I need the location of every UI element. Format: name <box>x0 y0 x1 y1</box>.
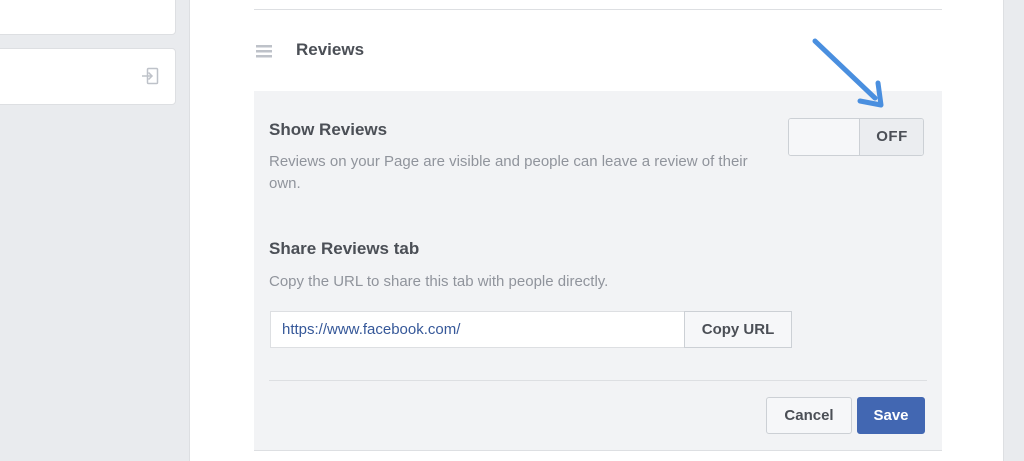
show-reviews-title: Show Reviews <box>269 120 388 139</box>
left-sidebar <box>0 0 189 461</box>
share-url-input[interactable] <box>270 311 685 348</box>
share-reviews-tab-title: Share Reviews tab <box>269 239 420 258</box>
show-reviews-description: Reviews on your Page are visible and peo… <box>269 153 748 192</box>
share-reviews-tab-description: Copy the URL to share this tab with peop… <box>269 273 609 290</box>
drag-handle-icon[interactable] <box>256 43 272 59</box>
section-title: Reviews <box>296 40 365 59</box>
copy-url-button[interactable]: Copy URL <box>684 311 792 348</box>
reviews-settings-panel: Show Reviews Reviews on your Page are vi… <box>254 91 942 450</box>
sidebar-card <box>0 0 176 35</box>
save-button[interactable]: Save <box>857 397 925 434</box>
toggle-off-label[interactable]: OFF <box>859 119 923 155</box>
logout-icon[interactable] <box>141 67 159 85</box>
arrow-icon <box>812 38 884 108</box>
divider <box>254 450 942 451</box>
divider <box>254 9 942 10</box>
divider <box>269 380 927 381</box>
cancel-button[interactable]: Cancel <box>766 397 852 434</box>
toggle-on-side[interactable] <box>789 119 859 155</box>
sidebar-card-logout[interactable] <box>0 48 176 105</box>
show-reviews-toggle[interactable]: OFF <box>788 118 924 156</box>
